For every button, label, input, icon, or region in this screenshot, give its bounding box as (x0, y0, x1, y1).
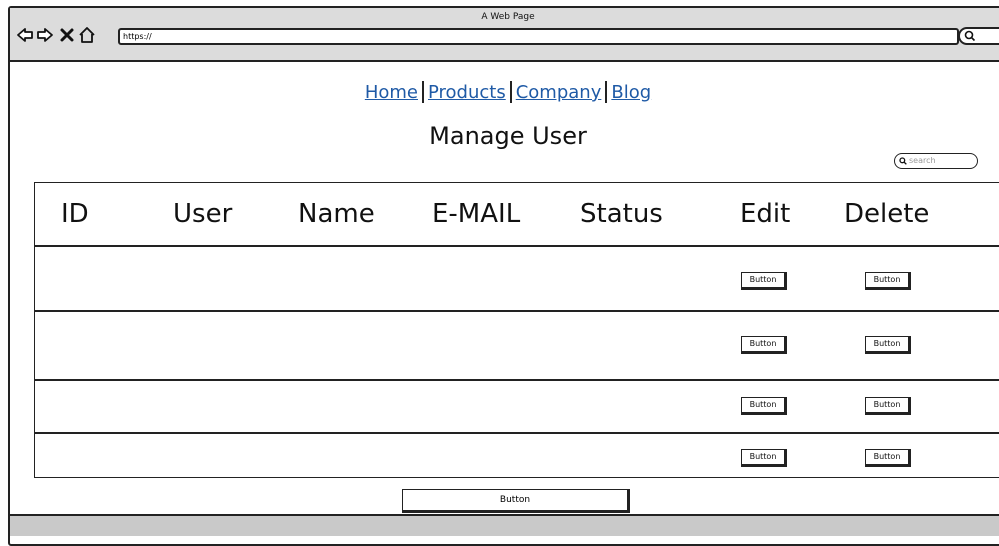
edit-button[interactable]: Button (741, 397, 787, 415)
top-nav: Home Products Company Blog (10, 81, 999, 103)
right-arrow-icon (37, 28, 53, 42)
column-header-delete: Delete (844, 199, 930, 229)
column-header-edit: Edit (740, 199, 791, 229)
home-icon (79, 27, 95, 43)
home-button[interactable] (78, 26, 96, 44)
search-icon (899, 157, 907, 165)
column-header-name: Name (298, 199, 375, 229)
search-placeholder: search (909, 156, 936, 165)
column-header-id: ID (61, 199, 89, 229)
nav-link-products[interactable]: Products (428, 82, 506, 103)
nav-separator (605, 81, 608, 103)
browser-search-button[interactable] (958, 27, 999, 45)
status-bar (10, 514, 999, 536)
x-icon (60, 28, 74, 42)
delete-button[interactable]: Button (865, 272, 911, 290)
edit-button[interactable]: Button (741, 336, 787, 354)
nav-link-home[interactable]: Home (365, 82, 418, 103)
row-divider (35, 432, 999, 434)
forward-button[interactable] (36, 26, 54, 44)
footer-button[interactable]: Button (402, 489, 630, 513)
column-header-email: E-MAIL (432, 199, 521, 229)
row-divider (35, 245, 999, 247)
edit-button[interactable]: Button (741, 449, 787, 467)
left-arrow-icon (17, 28, 33, 42)
row-divider (35, 379, 999, 381)
users-table: ID User Name E-MAIL Status Edit Delete B… (34, 182, 999, 478)
nav-separator (509, 81, 512, 103)
column-header-status: Status (580, 199, 663, 229)
page-title: Manage User (429, 122, 587, 150)
back-button[interactable] (16, 26, 34, 44)
search-icon (964, 30, 976, 42)
column-header-user: User (173, 199, 233, 229)
row-divider (35, 310, 999, 312)
url-text: https:// (123, 32, 152, 41)
window-title: A Web Page (481, 12, 535, 22)
search-input[interactable]: search (894, 153, 978, 169)
nav-link-company[interactable]: Company (516, 82, 602, 103)
delete-button[interactable]: Button (865, 449, 911, 467)
url-bar[interactable]: https:// (118, 28, 959, 45)
nav-link-blog[interactable]: Blog (611, 82, 651, 103)
browser-chrome: A Web Page https:// (10, 8, 999, 62)
delete-button[interactable]: Button (865, 336, 911, 354)
browser-window: A Web Page https:// Home Products Company B… (8, 6, 999, 546)
stop-button[interactable] (58, 26, 76, 44)
edit-button[interactable]: Button (741, 272, 787, 290)
nav-separator (421, 81, 424, 103)
delete-button[interactable]: Button (865, 397, 911, 415)
